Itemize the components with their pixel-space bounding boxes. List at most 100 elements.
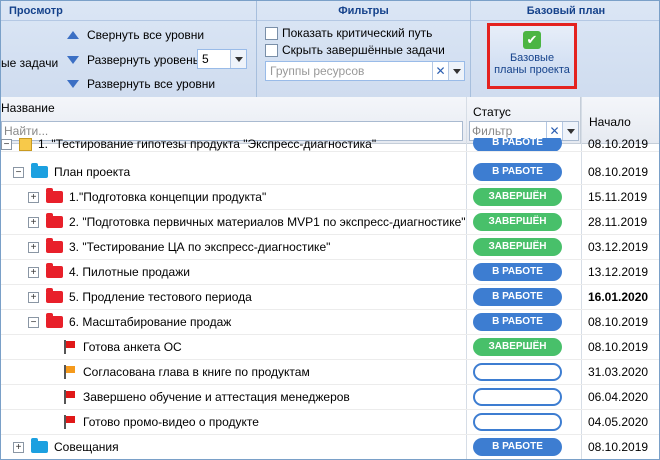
collapse-all-label: Свернуть все уровни xyxy=(87,28,205,42)
status-badge: В РАБОТЕ xyxy=(473,263,562,281)
folder-icon xyxy=(31,163,48,178)
expand-toggle-icon[interactable]: + xyxy=(28,191,39,203)
task-name: 1."Подготовка концепции продукта" xyxy=(69,190,267,204)
folder-icon xyxy=(46,313,63,328)
resource-groups-select[interactable]: Группы ресурсов ✕ xyxy=(265,61,465,81)
flag-icon xyxy=(63,415,75,429)
baseline-button-label-1: Базовые xyxy=(509,52,555,64)
chevron-down-icon[interactable] xyxy=(448,62,464,80)
start-date: 04.05.2020 xyxy=(588,415,649,429)
expand-all-label: Развернуть все уровни xyxy=(87,77,216,91)
view-group-title: Просмотр xyxy=(1,1,256,21)
task-name: Согласована глава в книге по продуктам xyxy=(83,365,310,379)
collapse-toggle-icon[interactable]: − xyxy=(1,138,12,150)
start-date: 08.10.2019 xyxy=(588,138,649,151)
expand-level-label: Развернуть уровень xyxy=(87,53,199,67)
project-baselines-button[interactable]: ✔ Базовые планы проекта xyxy=(487,23,577,89)
column-header-start[interactable]: Начало xyxy=(589,115,631,129)
status-badge: В РАБОТЕ xyxy=(473,313,562,331)
flag-icon xyxy=(63,390,75,404)
expand-level-button[interactable]: Развернуть уровень xyxy=(67,50,199,70)
task-name: Готово промо-видео о продукте xyxy=(83,415,259,429)
status-badge: НЕ НАЧАТ xyxy=(473,413,562,431)
expand-toggle-icon[interactable]: + xyxy=(28,241,39,253)
chevron-down-icon[interactable] xyxy=(230,50,246,68)
expand-toggle-icon[interactable]: + xyxy=(28,291,39,303)
column-header-name[interactable]: Название xyxy=(1,101,55,115)
status-header-label: Статус xyxy=(473,105,511,119)
filters-group: Фильтры Показать критический путь Скрыть… xyxy=(257,1,471,97)
start-date: 28.11.2019 xyxy=(588,215,648,229)
grid-header: Название Найти... Статус Фильтр ✕ Начало xyxy=(1,97,659,144)
start-date: 08.10.2019 xyxy=(588,165,649,179)
start-date: 15.11.2019 xyxy=(588,190,648,204)
level-select[interactable]: 5 xyxy=(197,49,247,69)
folder-icon xyxy=(31,438,48,453)
folder-icon xyxy=(46,188,63,203)
status-badge: В РАБОТЕ xyxy=(473,288,562,306)
status-badge: В РАБОТЕ xyxy=(473,138,562,151)
start-date: 06.04.2020 xyxy=(588,390,649,404)
task-name: План проекта xyxy=(54,165,131,179)
checkbox-box[interactable] xyxy=(265,26,278,40)
resource-groups-placeholder: Группы ресурсов xyxy=(270,64,365,78)
collapse-toggle-icon[interactable]: − xyxy=(13,166,24,178)
table-row[interactable]: Согласована глава в книге по продуктам Н… xyxy=(1,360,659,385)
start-date: 08.10.2019 xyxy=(588,315,649,329)
table-row[interactable]: Завершено обучение и аттестация менеджер… xyxy=(1,385,659,410)
collapse-icon xyxy=(67,31,79,39)
flag-icon xyxy=(63,340,75,354)
filters-group-title: Фильтры xyxy=(257,1,470,21)
checkbox-box[interactable] xyxy=(265,43,278,57)
table-row[interactable]: − 1. "Тестирование гипотезы продукта "Эк… xyxy=(1,138,659,152)
collapse-toggle-icon[interactable]: − xyxy=(28,316,39,328)
task-name: Завершено обучение и аттестация менеджер… xyxy=(83,390,350,404)
expand-all-icon xyxy=(67,80,79,88)
app-window: Просмотр ые задачи Свернуть все уровни Р… xyxy=(0,0,660,460)
task-name: 2. "Подготовка первичных материалов MVP1… xyxy=(69,215,466,229)
status-badge: В РАБОТЕ xyxy=(473,163,562,181)
table-row[interactable]: Готово промо-видео о продукте НЕ НАЧАТ 0… xyxy=(1,410,659,435)
table-row[interactable]: + 3. "Тестирование ЦА по экспресс-диагно… xyxy=(1,235,659,260)
status-filter-placeholder: Фильтр xyxy=(472,124,513,138)
truncated-tasks-label: ые задачи xyxy=(1,56,59,70)
start-date: 31.03.2020 xyxy=(588,365,649,379)
status-badge: ЗАВЕРШЁН xyxy=(473,213,562,231)
task-name: 4. Пилотные продажи xyxy=(69,265,190,279)
flag-icon xyxy=(63,365,75,379)
expand-toggle-icon[interactable]: + xyxy=(28,216,39,228)
status-badge: ЗАВЕРШЁН xyxy=(473,238,562,256)
task-name: Совещания xyxy=(54,440,119,454)
expand-toggle-icon[interactable]: + xyxy=(28,266,39,278)
table-row[interactable]: − 6. Масштабирование продаж В РАБОТЕ 08.… xyxy=(1,310,659,335)
truncated-tasks-button[interactable]: ые задачи xyxy=(1,53,58,73)
clear-icon[interactable]: ✕ xyxy=(432,62,448,80)
status-badge: НЕ НАЧАТ xyxy=(473,363,562,381)
table-row[interactable]: + 1."Подготовка концепции продукта" ЗАВЕ… xyxy=(1,185,659,210)
table-row[interactable]: + 5. Продление тестового периода В РАБОТ… xyxy=(1,285,659,310)
table-row[interactable]: Готова анкета ОС ЗАВЕРШЁН 08.10.2019 xyxy=(1,335,659,360)
task-name: 1. "Тестирование гипотезы продукта "Эксп… xyxy=(38,138,377,151)
status-badge: В РАБОТЕ xyxy=(473,438,562,456)
expand-all-button[interactable]: Развернуть все уровни xyxy=(67,74,215,94)
view-group: Просмотр ые задачи Свернуть все уровни Р… xyxy=(1,1,257,97)
table-row[interactable]: + 4. Пилотные продажи В РАБОТЕ 13.12.201… xyxy=(1,260,659,285)
folder-icon xyxy=(46,238,63,253)
ribbon-toolbar: Просмотр ые задачи Свернуть все уровни Р… xyxy=(1,1,659,97)
table-row[interactable]: − План проекта В РАБОТЕ 08.10.2019 xyxy=(1,160,659,185)
start-date: 13.12.2019 xyxy=(588,265,649,279)
column-header-status[interactable]: Статус Фильтр ✕ xyxy=(466,97,581,144)
baseline-group-title: Базовый план xyxy=(471,1,659,21)
task-name: Готова анкета ОС xyxy=(83,340,182,354)
task-name: 5. Продление тестового периода xyxy=(69,290,252,304)
level-value: 5 xyxy=(202,52,209,66)
status-badge: ЗАВЕРШЁН xyxy=(473,338,562,356)
hide-completed-checkbox[interactable]: Скрыть завершённые задачи xyxy=(265,40,445,60)
table-row[interactable]: + 2. "Подготовка первичных материалов MV… xyxy=(1,210,659,235)
task-name: 6. Масштабирование продаж xyxy=(69,315,232,329)
start-date: 08.10.2019 xyxy=(588,440,649,454)
expand-toggle-icon[interactable]: + xyxy=(13,441,24,453)
table-row[interactable]: + Совещания В РАБОТЕ 08.10.2019 xyxy=(1,435,659,459)
collapse-all-button[interactable]: Свернуть все уровни xyxy=(67,25,204,45)
start-date: 03.12.2019 xyxy=(588,240,649,254)
